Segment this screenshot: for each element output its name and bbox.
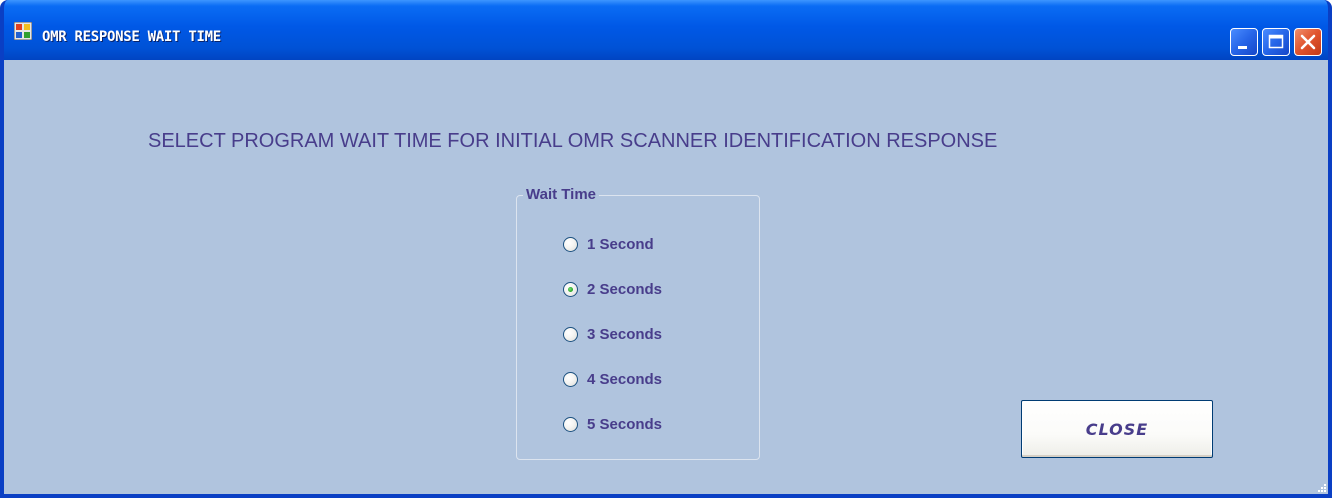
radio-button-circle[interactable] <box>563 416 578 432</box>
radio-label: 1 Second <box>587 235 654 253</box>
app-icon <box>14 22 32 40</box>
maximize-icon <box>1268 34 1284 49</box>
wait-time-groupbox: Wait Time 1 Second 2 Seconds 3 Seconds 4… <box>516 186 760 460</box>
radio-3-seconds[interactable]: 3 Seconds <box>563 323 662 345</box>
window-close-button[interactable] <box>1294 28 1322 56</box>
close-icon <box>1300 34 1316 50</box>
radio-1-second[interactable]: 1 Second <box>563 233 654 255</box>
radio-button-circle[interactable] <box>563 371 578 387</box>
resize-grip-icon[interactable] <box>1318 484 1326 492</box>
radio-label: 4 Seconds <box>587 370 663 388</box>
instruction-heading: SELECT PROGRAM WAIT TIME FOR INITIAL OMR… <box>148 130 998 152</box>
radio-4-seconds[interactable]: 4 Seconds <box>563 368 662 390</box>
radio-label: 3 Seconds <box>587 325 663 343</box>
radio-button-circle[interactable] <box>563 326 578 342</box>
dialog-window: OMR RESPONSE WAIT TIME SELECT PROGRAM WA… <box>0 0 1332 498</box>
radio-button-circle[interactable] <box>563 236 578 252</box>
radio-2-seconds[interactable]: 2 Seconds <box>563 278 662 300</box>
groupbox-legend: Wait Time <box>523 186 600 203</box>
minimize-button[interactable] <box>1230 28 1258 56</box>
radio-5-seconds[interactable]: 5 Seconds <box>563 413 662 435</box>
window-title: OMR RESPONSE WAIT TIME <box>42 29 221 45</box>
maximize-button[interactable] <box>1262 28 1290 56</box>
title-bar[interactable]: OMR RESPONSE WAIT TIME <box>4 0 1328 60</box>
radio-label: 2 Seconds <box>587 280 663 298</box>
minimize-icon <box>1238 46 1247 49</box>
radio-button-circle-checked[interactable] <box>563 281 578 297</box>
close-button-label: CLOSE <box>1085 419 1149 439</box>
radio-label: 5 Seconds <box>587 415 663 433</box>
close-button[interactable]: CLOSE <box>1021 400 1213 458</box>
client-area: SELECT PROGRAM WAIT TIME FOR INITIAL OMR… <box>4 60 1328 494</box>
